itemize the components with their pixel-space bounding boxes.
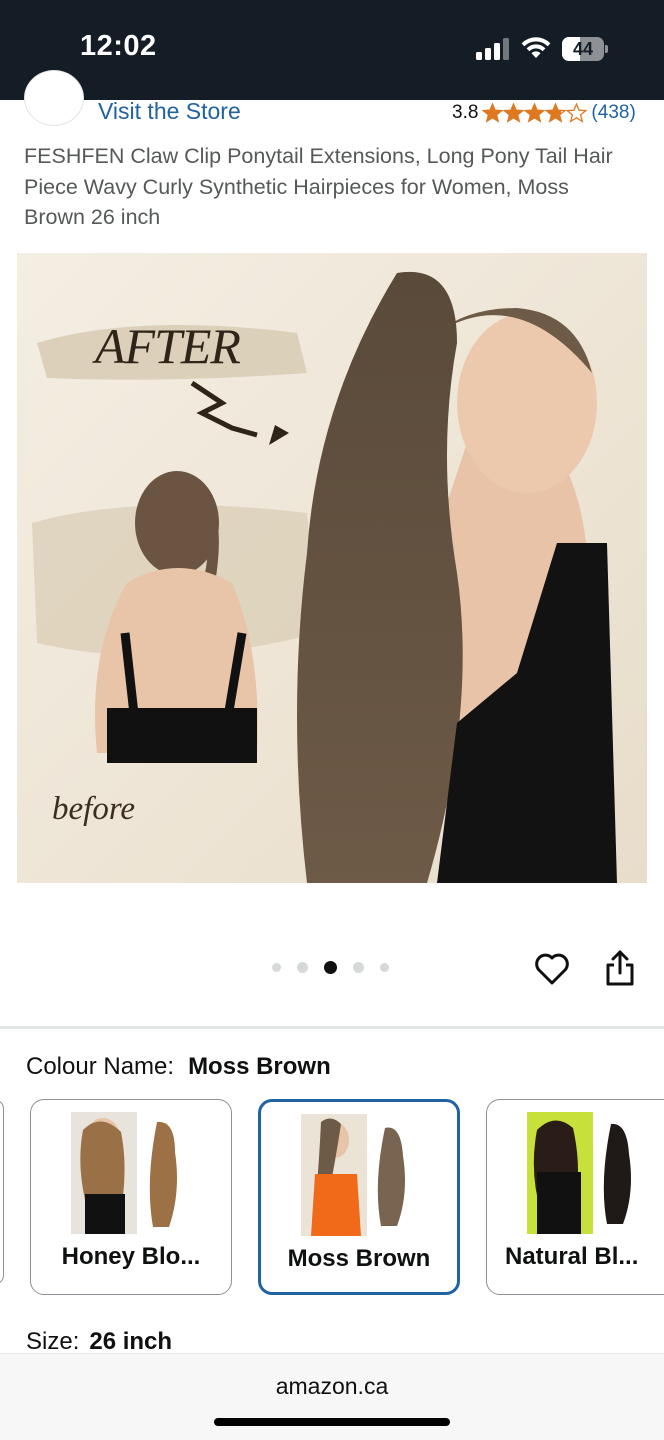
star-icon — [566, 103, 588, 123]
size-label: Size: — [26, 1328, 80, 1355]
rating-stars — [482, 103, 588, 123]
swatch-label: Honey Blo... — [61, 1243, 201, 1270]
status-bar: 12:02 44 — [0, 0, 664, 100]
visit-store-link[interactable]: Visit the Store — [98, 98, 241, 125]
swatch-label: Moss Brown — [287, 1245, 431, 1272]
swatch-label: Natural Bl... — [505, 1243, 639, 1270]
rating-count[interactable]: (438) — [591, 102, 635, 124]
battery-level: 44 — [572, 39, 594, 59]
carousel-dot[interactable] — [324, 961, 337, 974]
swatch-natural-black[interactable]: Natural Bl... — [486, 1099, 664, 1295]
colour-label: Colour Name: — [26, 1053, 175, 1080]
share-icon[interactable] — [604, 949, 636, 987]
browser-domain[interactable]: amazon.ca — [0, 1373, 664, 1400]
browser-bottom-bar: amazon.ca — [0, 1353, 664, 1440]
size-row[interactable]: Size: 26 inch — [26, 1328, 172, 1356]
carousel-dot[interactable] — [272, 963, 281, 972]
before-label: before — [52, 791, 136, 827]
after-label: AFTER — [95, 318, 241, 374]
home-indicator[interactable] — [214, 1418, 450, 1426]
battery-icon: 44 — [562, 37, 608, 61]
divider — [0, 1026, 664, 1029]
carousel-indicator[interactable] — [272, 961, 405, 974]
swatch-image — [527, 1112, 649, 1234]
swatch-previous-partial[interactable] — [0, 1099, 4, 1285]
colour-row: Colour Name: Moss Brown — [26, 1053, 331, 1081]
swatch-image — [71, 1112, 193, 1234]
carousel-dot[interactable] — [297, 962, 308, 973]
product-image[interactable]: AFTER before — [17, 253, 647, 883]
colour-value: Moss Brown — [188, 1053, 331, 1080]
heart-icon[interactable] — [534, 951, 570, 987]
product-title: FESHFEN Claw Clip Ponytail Extensions, L… — [24, 144, 613, 229]
rating-summary[interactable]: 3.8 (438) — [452, 101, 636, 125]
carousel-dot[interactable] — [353, 962, 364, 973]
cellular-signal-icon — [476, 38, 509, 60]
size-value: 26 inch — [89, 1328, 173, 1355]
swatch-image — [301, 1114, 423, 1236]
star-icon — [545, 103, 567, 123]
status-time: 12:02 — [80, 30, 157, 62]
swatch-honey-blonde[interactable]: Honey Blo... — [30, 1099, 232, 1295]
star-icon — [482, 103, 504, 123]
rating-value: 3.8 — [452, 102, 479, 123]
store-logo[interactable] — [24, 70, 84, 126]
swatch-moss-brown[interactable]: Moss Brown — [258, 1099, 460, 1295]
star-icon — [524, 103, 546, 123]
carousel-dot[interactable] — [380, 963, 389, 972]
star-icon — [503, 103, 525, 123]
wifi-icon — [521, 37, 551, 58]
